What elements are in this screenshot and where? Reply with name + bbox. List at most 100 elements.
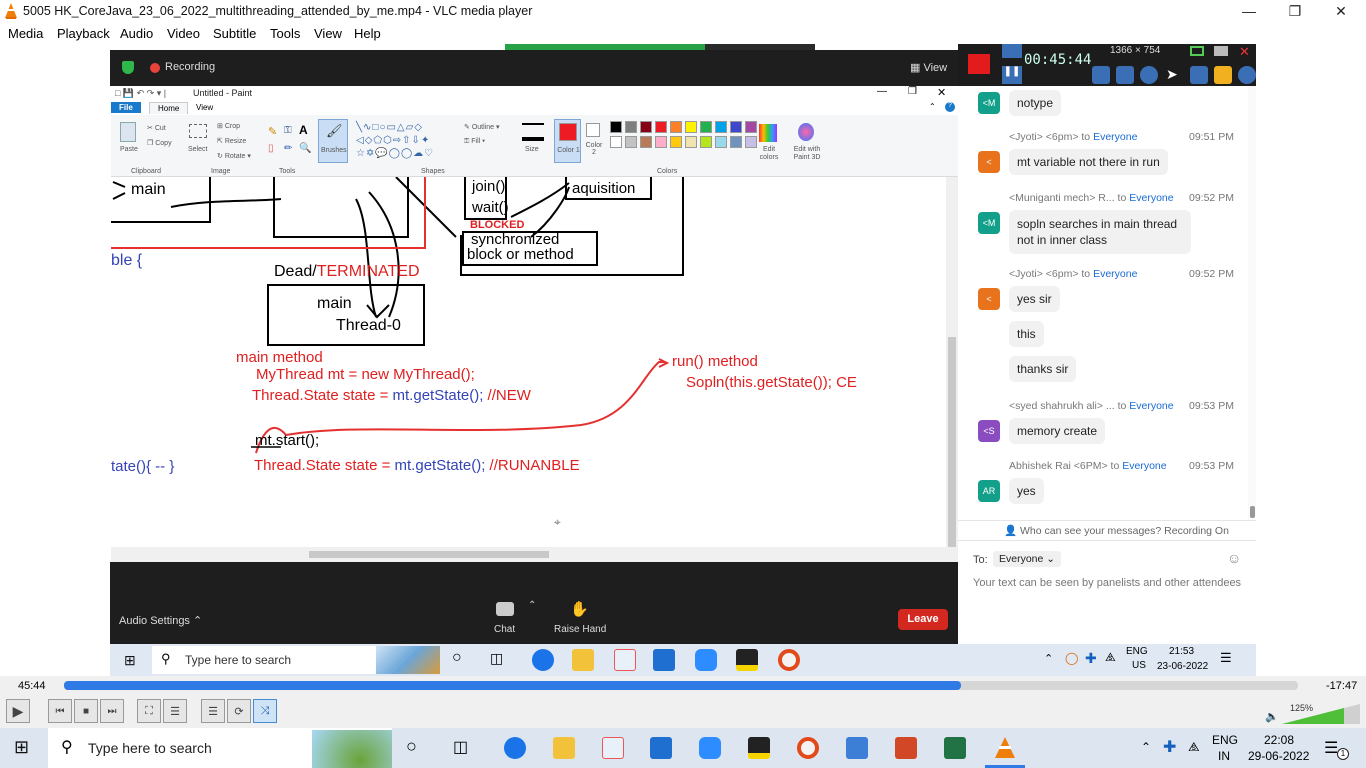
previous-button[interactable]: ⏮ — [48, 699, 72, 723]
minimize-icon[interactable] — [1214, 46, 1228, 56]
palette-swatch[interactable] — [670, 121, 682, 133]
shapes-gallery[interactable]: ╲∿□○▭△▱◇ ◁◇⬠⬡⇨⇧⇩✦ ☆✡💬◯◯☁♡ — [356, 121, 456, 159]
palette-swatch[interactable] — [655, 121, 667, 133]
canvas-hscroll[interactable] — [111, 547, 958, 562]
palette-swatch[interactable] — [730, 121, 742, 133]
zoom-icon[interactable] — [699, 737, 721, 759]
eraser-icon[interactable]: ▯ — [268, 143, 274, 154]
magnifier-icon[interactable]: 🔍 — [299, 143, 311, 154]
palette-swatch[interactable] — [655, 136, 667, 148]
store-icon[interactable] — [650, 737, 672, 759]
region-icon[interactable] — [1190, 46, 1204, 56]
recipient-dropdown[interactable]: Everyone ⌄ — [993, 551, 1062, 567]
palette-swatch[interactable] — [625, 136, 637, 148]
chat-scrollbar[interactable] — [1248, 86, 1256, 518]
tray-chevron-icon[interactable]: ⌃ — [1141, 740, 1151, 754]
palette-swatch[interactable] — [610, 136, 622, 148]
fill-bucket-icon[interactable]: ⚿ — [284, 125, 292, 136]
recipient-everyone[interactable]: Everyone — [1129, 192, 1173, 204]
clock-date[interactable]: 29-06-2022 — [1248, 749, 1309, 763]
audio-settings-button[interactable]: Audio Settings ⌃ — [119, 614, 202, 627]
menu-tools[interactable]: Tools — [270, 26, 300, 41]
task-view-icon[interactable]: ◫ — [490, 650, 503, 667]
emoji-icon[interactable]: ☺ — [1227, 550, 1241, 566]
file-explorer-icon[interactable] — [572, 649, 594, 671]
paint-maximize-icon[interactable]: ❐ — [908, 86, 917, 97]
chevron-up-icon[interactable]: ⌃ — [528, 600, 536, 611]
menu-subtitle[interactable]: Subtitle — [213, 26, 256, 41]
crop-button[interactable]: ⊞ Crop — [217, 122, 240, 130]
palette-swatch[interactable] — [685, 121, 697, 133]
palette-swatch[interactable] — [700, 136, 712, 148]
inner-lang2[interactable]: US — [1132, 660, 1146, 671]
recipient-everyone[interactable]: Everyone — [1093, 131, 1137, 143]
mic-icon[interactable] — [1116, 66, 1134, 84]
snipping-tool-icon[interactable] — [602, 737, 624, 759]
pen-icon[interactable] — [1190, 66, 1208, 84]
pause-icon[interactable]: ❚❚ — [1002, 66, 1022, 84]
leave-button[interactable]: Leave — [898, 609, 948, 630]
tab-home[interactable]: Home — [149, 102, 189, 114]
hscroll-thumb[interactable] — [309, 551, 549, 558]
photos-icon[interactable] — [846, 737, 868, 759]
stop-button[interactable]: ■ — [74, 699, 98, 723]
palette-swatch[interactable] — [700, 121, 712, 133]
sticky-notes-icon[interactable] — [748, 737, 770, 759]
play-button[interactable]: ▶ — [6, 699, 30, 723]
menu-audio[interactable]: Audio — [120, 26, 153, 41]
tab-file[interactable]: File — [111, 102, 141, 113]
snipping-tool-icon[interactable] — [614, 649, 636, 671]
shuffle-button[interactable]: ⤨ — [253, 699, 277, 723]
resize-button[interactable]: ⇱ Resize — [217, 137, 246, 145]
lang1[interactable]: ENG — [1212, 733, 1238, 747]
copy-button[interactable]: ❐ Copy — [147, 139, 172, 147]
settings-gear-icon[interactable] — [1238, 66, 1256, 84]
palette-swatch[interactable] — [640, 136, 652, 148]
tray-add-icon[interactable]: ✚ — [1163, 737, 1176, 757]
loop-button[interactable]: ⟳ — [227, 699, 251, 723]
file-explorer-icon[interactable] — [553, 737, 575, 759]
pencil-icon[interactable]: ✎ — [268, 125, 277, 138]
zoom-icon[interactable] — [695, 649, 717, 671]
chrome-icon[interactable] — [504, 737, 526, 759]
palette-swatch[interactable] — [745, 136, 757, 148]
chrome-icon[interactable] — [532, 649, 554, 671]
camera-icon[interactable] — [1002, 44, 1022, 58]
seek-bar[interactable] — [64, 681, 1298, 690]
inner-notification-icon[interactable]: ☰ — [1220, 650, 1232, 666]
outline-button[interactable]: ✎ Outline ▾ — [464, 123, 499, 131]
menu-media[interactable]: Media — [8, 26, 43, 41]
inner-lang1[interactable]: ENG — [1126, 646, 1148, 657]
webcam-icon[interactable] — [1140, 66, 1158, 84]
task-view-icon[interactable]: ◫ — [453, 737, 468, 757]
palette-swatch[interactable] — [715, 121, 727, 133]
menu-playback[interactable]: Playback — [57, 26, 110, 41]
recorder-icon[interactable] — [797, 737, 819, 759]
sticky-notes-icon[interactable] — [736, 649, 758, 671]
cortana-icon[interactable]: ○ — [406, 736, 417, 757]
brushes-button[interactable]: 🖌 Brushes — [318, 119, 348, 163]
cortana-icon[interactable]: ○ — [452, 649, 462, 667]
canvas-vscroll[interactable] — [946, 177, 958, 547]
color-picker-icon[interactable]: ✏ — [284, 143, 292, 154]
windows-start-icon[interactable]: ⊞ — [14, 737, 29, 758]
close-button[interactable]: ✕ — [1318, 0, 1364, 22]
paint-canvas[interactable]: main join() wait() aquisition BLOCKED sy… — [111, 177, 946, 547]
palette-swatch[interactable] — [670, 136, 682, 148]
rotate-button[interactable]: ↻ Rotate ▾ — [217, 152, 251, 160]
ribbon-collapse-icon[interactable]: ⌃ — [929, 102, 936, 111]
paint-minimize-icon[interactable]: — — [877, 86, 887, 97]
close-icon[interactable]: ✕ — [1239, 44, 1250, 60]
recipient-everyone[interactable]: Everyone — [1122, 460, 1166, 472]
windows-start-icon[interactable]: ⊞ — [124, 652, 136, 669]
paint-close-icon[interactable]: ✕ — [937, 86, 946, 99]
extended-settings-button[interactable]: ☰ — [163, 699, 187, 723]
palette-swatch[interactable] — [685, 136, 697, 148]
inner-date[interactable]: 23-06-2022 — [1157, 661, 1208, 672]
text-tool-icon[interactable]: A — [299, 123, 308, 137]
tray-chevron-icon[interactable]: ⌃ — [1044, 652, 1053, 665]
store-icon[interactable] — [653, 649, 675, 671]
palette-swatch[interactable] — [610, 121, 622, 133]
powerpoint-icon[interactable] — [895, 737, 917, 759]
color-palette[interactable] — [610, 121, 760, 153]
